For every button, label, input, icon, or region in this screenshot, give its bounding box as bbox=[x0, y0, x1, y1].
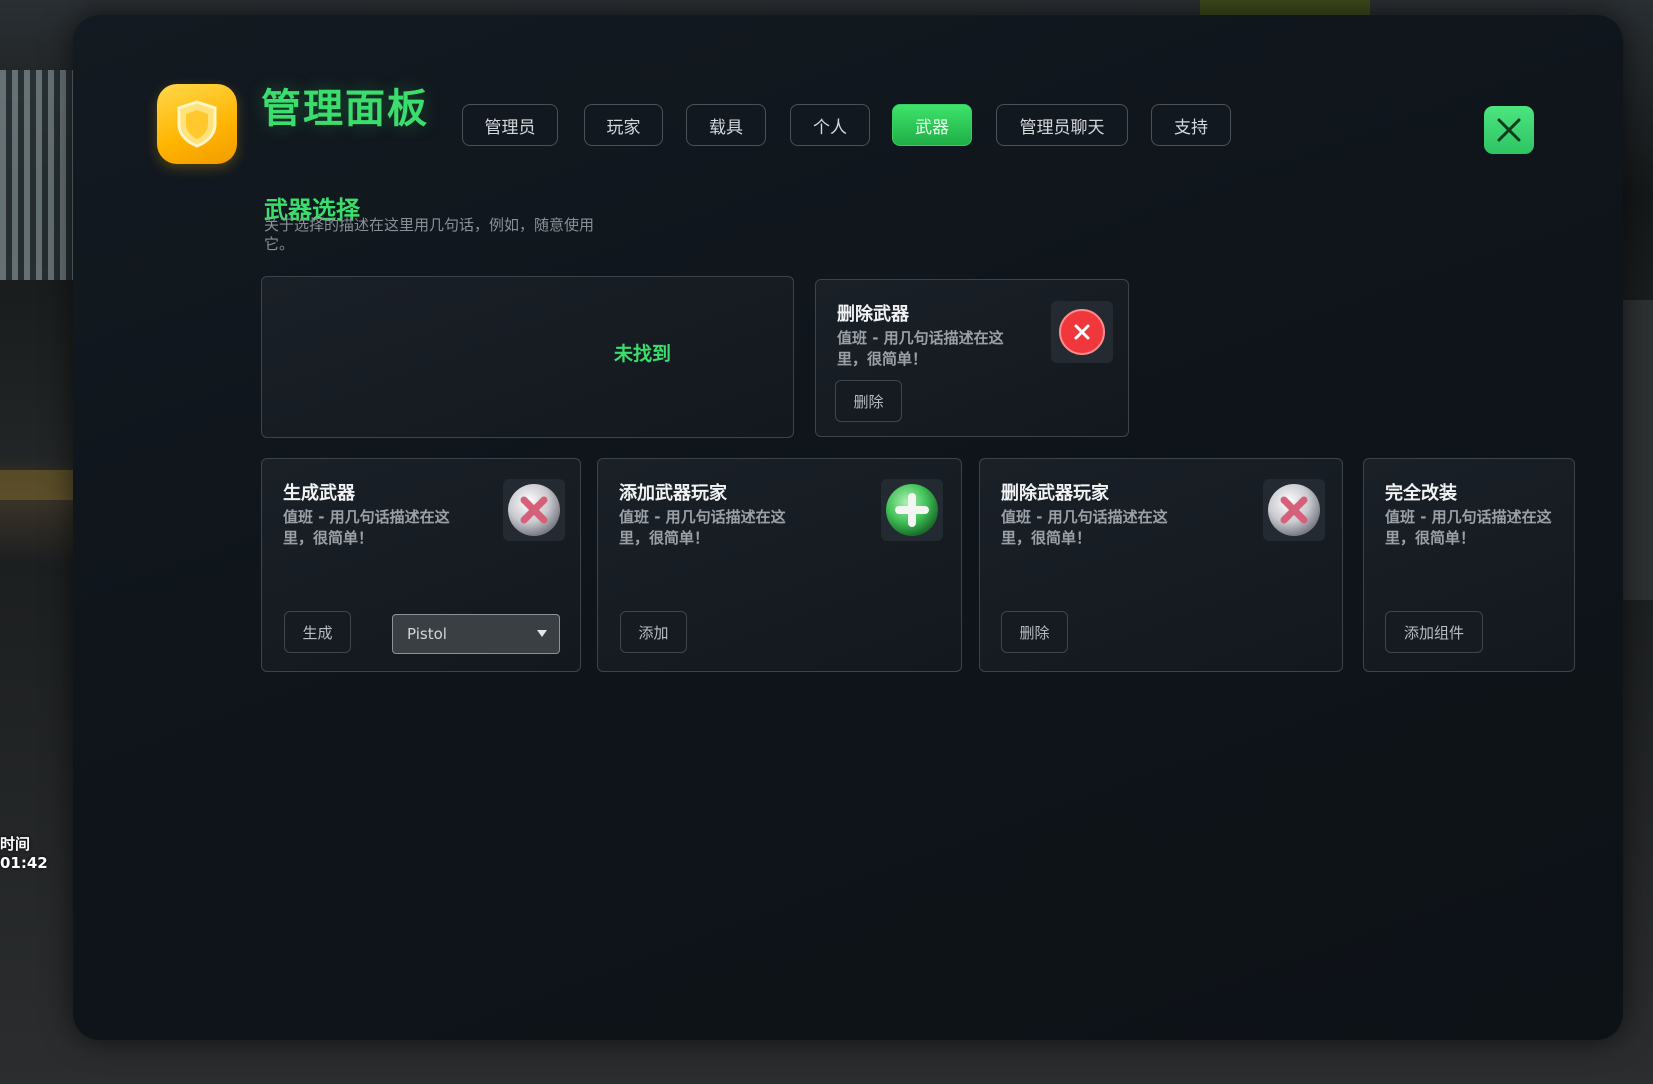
close-icon bbox=[1497, 118, 1521, 142]
chevron-down-icon bbox=[537, 630, 547, 637]
weapon-list: 未找到 bbox=[261, 276, 794, 438]
add-components-button[interactable]: 添加组件 bbox=[1385, 611, 1483, 653]
remove-button[interactable]: 删除 bbox=[1001, 611, 1068, 653]
hud-clock: 时间 01:42 bbox=[0, 835, 48, 873]
add-button[interactable]: 添加 bbox=[620, 611, 687, 653]
x-orb-icon bbox=[1263, 479, 1325, 541]
card-description: 值班 - 用几句话描述在这里，很简单！ bbox=[837, 329, 1004, 368]
background-road bbox=[0, 470, 75, 500]
section-description: 关于选择的描述在这里用几句话，例如，随意使用它。 bbox=[264, 216, 595, 253]
card-title: 添加武器玩家 bbox=[619, 483, 727, 504]
weapon-select[interactable]: Pistol bbox=[392, 614, 560, 654]
tab-admin-chat[interactable]: 管理员聊天 bbox=[996, 104, 1128, 146]
card-description: 值班 - 用几句话描述在这里，很简单！ bbox=[619, 508, 786, 547]
tab-weapons[interactable]: 武器 bbox=[892, 104, 972, 146]
shield-icon bbox=[157, 84, 237, 164]
hud-time-label: 时间 bbox=[0, 835, 31, 853]
spawn-button[interactable]: 生成 bbox=[284, 611, 351, 653]
card-description: 值班 - 用几句话描述在这里，很简单！ bbox=[283, 508, 450, 547]
delete-button[interactable]: 删除 bbox=[835, 380, 902, 422]
x-orb-icon bbox=[503, 479, 565, 541]
delete-weapon-card: 删除武器 值班 - 用几句话描述在这里，很简单！ 删除 bbox=[815, 279, 1129, 437]
tab-players[interactable]: 玩家 bbox=[584, 104, 663, 146]
card-title: 删除武器 bbox=[837, 304, 909, 325]
card-title: 完全改装 bbox=[1385, 483, 1457, 504]
background-wall bbox=[1623, 300, 1653, 600]
add-weapon-player-card: 添加武器玩家 值班 - 用几句话描述在这里，很简单！ 添加 bbox=[597, 458, 962, 672]
card-description: 值班 - 用几句话描述在这里，很简单！ bbox=[1001, 508, 1168, 547]
tab-personal[interactable]: 个人 bbox=[790, 104, 870, 146]
full-mod-card: 完全改装 值班 - 用几句话描述在这里，很简单！ 添加组件 bbox=[1363, 458, 1575, 672]
spawn-weapon-card: 生成武器 值班 - 用几句话描述在这里，很简单！ 生成 Pistol bbox=[261, 458, 581, 672]
tab-vehicles[interactable]: 载具 bbox=[686, 104, 766, 146]
tab-support[interactable]: 支持 bbox=[1151, 104, 1231, 146]
empty-state-text: 未找到 bbox=[614, 343, 672, 365]
hud-time-value: 01:42 bbox=[0, 854, 48, 872]
tab-admin[interactable]: 管理员 bbox=[462, 104, 558, 146]
weapon-select-value: Pistol bbox=[407, 625, 447, 643]
x-circle-icon bbox=[1051, 301, 1113, 363]
card-title: 删除武器玩家 bbox=[1001, 483, 1109, 504]
panel-title: 管理面板 bbox=[261, 86, 429, 132]
remove-weapon-player-card: 删除武器玩家 值班 - 用几句话描述在这里，很简单！ 删除 bbox=[979, 458, 1343, 672]
close-button[interactable] bbox=[1484, 106, 1534, 154]
card-description: 值班 - 用几句话描述在这里，很简单！ bbox=[1385, 508, 1552, 547]
card-title: 生成武器 bbox=[283, 483, 355, 504]
plus-orb-icon bbox=[881, 479, 943, 541]
background-building bbox=[0, 70, 75, 280]
background-sign bbox=[1200, 0, 1370, 16]
